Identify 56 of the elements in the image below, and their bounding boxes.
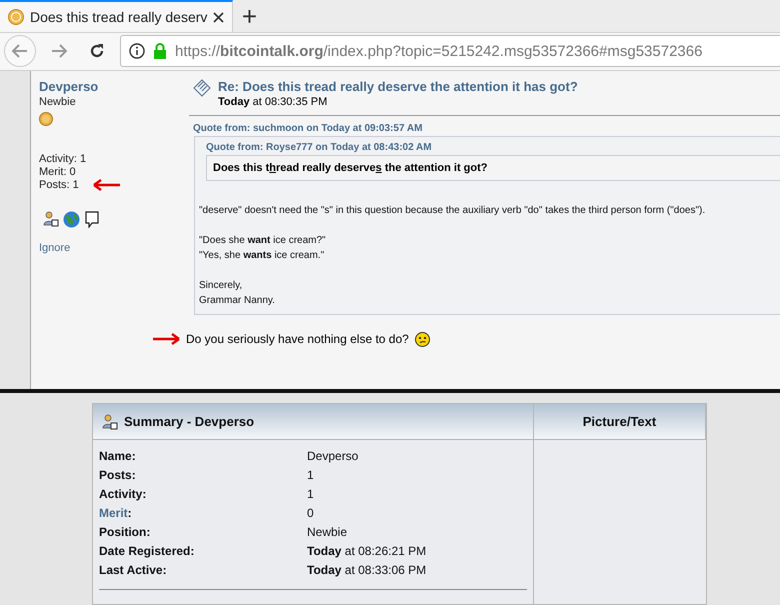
quote-header[interactable]: Quote from: Royse777 on Today at 08:43:02 AM (206, 142, 780, 153)
profile-icon[interactable] (43, 210, 59, 227)
globe-icon[interactable] (63, 210, 80, 228)
field-label: Last Active: (99, 562, 168, 580)
back-arrow-icon (12, 44, 28, 58)
field-value: 0 (307, 505, 315, 522)
poster-stat: Posts: 1 (39, 178, 79, 192)
close-icon[interactable] (213, 12, 224, 23)
coin-icon (39, 112, 53, 126)
quote-line: "Yes, she wants ice cream." (199, 248, 326, 263)
speech-bubble-icon[interactable] (84, 210, 100, 228)
info-icon[interactable] (129, 43, 145, 60)
quote-line: Sincerely, (199, 278, 244, 293)
url-text: https://bitcointalk.org/index.php?topic=5215242.msg53572366#msg53572366 (175, 42, 702, 60)
padlock-icon (153, 43, 167, 60)
quote-text: Does this thread really deserves the attention it got? (206, 154, 780, 181)
field-value: Today at 08:26:21 PM (307, 543, 428, 560)
field-value: 1 (307, 486, 315, 504)
tab-title: Does this tread really deserv (30, 9, 208, 26)
poster-stat: Merit: 0 (39, 166, 76, 179)
ignore-link[interactable]: Ignore (39, 242, 189, 254)
smiley-icon (414, 332, 430, 347)
quote-line: Grammar Nanny. (199, 294, 276, 308)
field-label: Position: (99, 524, 152, 542)
arrow-icon (92, 179, 121, 192)
field-value: 1 (307, 467, 315, 484)
field-label: Posts: (99, 467, 137, 484)
browser-tab[interactable]: Does this tread really deserv (0, 0, 234, 32)
reply-text: Do you seriously have nothing else to do? (186, 332, 409, 346)
poster-stat: Activity: 1 (39, 152, 86, 166)
quote-header[interactable]: Quote from: suchmoon on Today at 09:03:57 AM (193, 122, 780, 134)
field-value: Devperso (307, 448, 360, 466)
picture-title: Picture/Text (582, 414, 656, 430)
poster-name[interactable]: Devperso (39, 78, 189, 94)
quote-line: "Does she want ice cream?" (199, 234, 327, 248)
post-date: Today at 08:30:35 PM (218, 96, 328, 108)
field-value: Today at 08:33:06 PM (307, 562, 428, 580)
new-tab-button[interactable]: + (233, 0, 266, 32)
field-label: Activity: (99, 486, 148, 504)
field-value: Newbie (307, 524, 348, 542)
profile-icon[interactable] (102, 414, 118, 430)
field-label: Merit: (99, 505, 133, 522)
document-icon (192, 78, 212, 98)
poster-rank: Newbie (39, 96, 77, 109)
back-button[interactable] (4, 35, 36, 68)
quote-line: "deserve" doesn't need the "s" in this question because the auxiliary verb "do" takes the third person form ("does"). (199, 204, 706, 218)
forward-arrow-icon (51, 44, 67, 58)
coin-icon (8, 9, 24, 26)
reload-icon (89, 43, 105, 60)
merit-link[interactable]: Merit (99, 506, 128, 520)
field-label: Name: (99, 448, 137, 466)
arrow-icon (152, 333, 180, 346)
address-bar[interactable]: https://bitcointalk.org/index.php?topic=5215242.msg53572366#msg53572366 (120, 35, 780, 68)
post-title[interactable]: Re: Does this tread really deserve the attention it has got? (218, 78, 578, 94)
field-label: Date Registered: (99, 543, 196, 560)
summary-title: Summary - Devperso (124, 414, 254, 430)
